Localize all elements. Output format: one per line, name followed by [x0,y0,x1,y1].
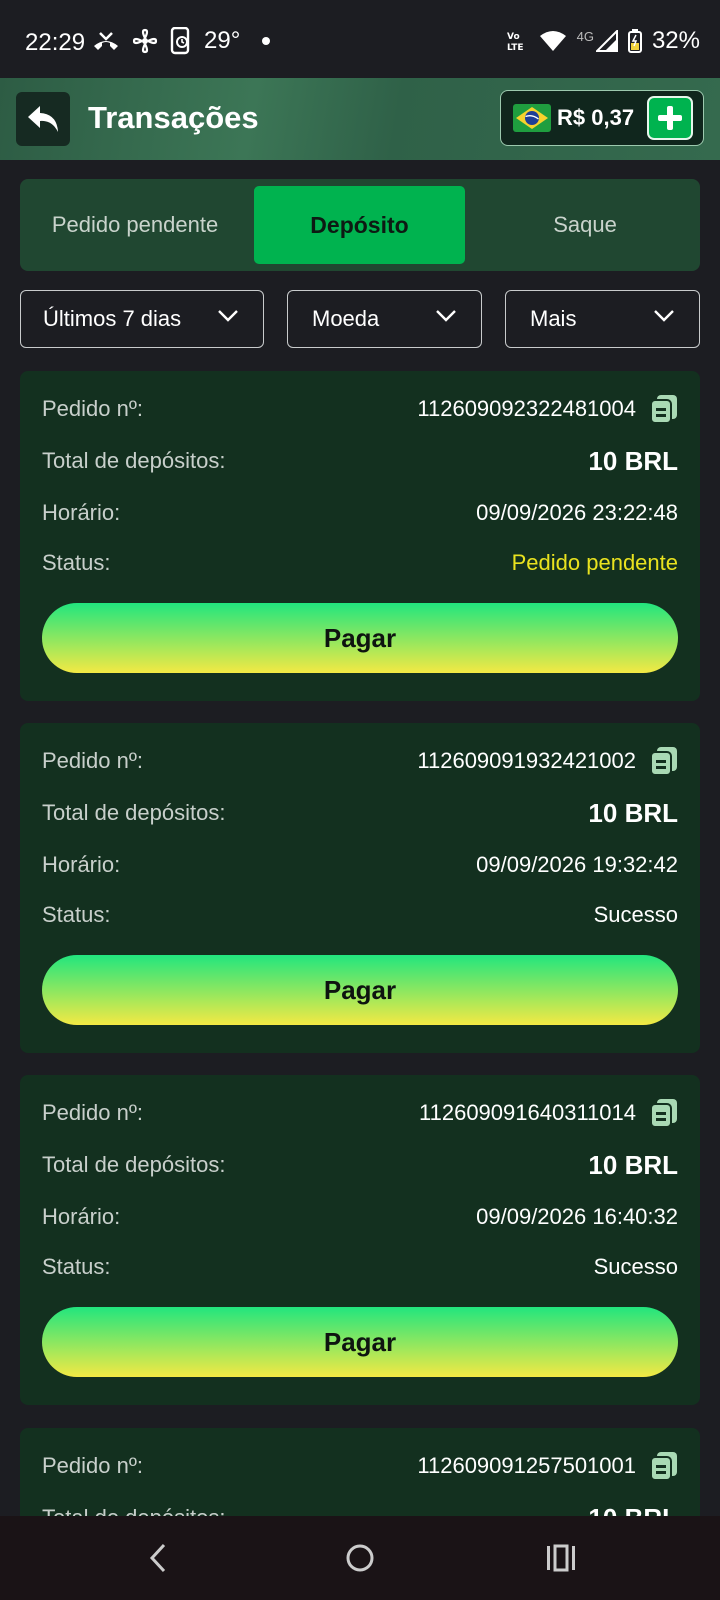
status-bar: 22:29 29° Vo LTE 4G 32% [0,0,720,78]
order-label: Pedido nº: [42,748,143,773]
transaction-card: Pedido nº: 112609091257501001 Total de d… [20,1428,700,1516]
tab-withdraw[interactable]: Saque [470,186,700,264]
tab-pending[interactable]: Pedido pendente [20,186,250,264]
currency-filter-dropdown[interactable]: Moeda [287,290,482,348]
status-label: Status: [42,902,111,927]
copy-icon[interactable] [650,1451,678,1481]
plus-icon [658,106,682,130]
status-temperature: 29° [204,27,241,54]
status-label: Status: [42,550,111,575]
notification-dot-icon [262,37,271,45]
pay-button[interactable]: Pagar [42,603,678,673]
phone-timer-icon [170,27,190,55]
order-number: 112609091640311014 [419,1100,636,1125]
date-filter-label: Últimos 7 dias [43,306,182,331]
order-number: 112609092322481004 [417,396,636,421]
total-amount: 10 BRL [588,797,678,828]
total-amount: 10 BRL [588,1149,678,1180]
battery-icon [627,29,642,53]
transaction-status: Sucesso [593,1254,678,1279]
transaction-status: Pedido pendente [511,550,678,575]
back-button[interactable] [16,92,70,146]
system-nav-bar [0,1516,720,1600]
order-number: 112609091932421002 [417,748,636,773]
currency-filter-label: Moeda [312,306,380,331]
chevron-down-icon [218,310,238,322]
balance-amount: R$ 0,37 [557,105,635,130]
wifi-icon [539,31,566,51]
order-number: 112609091257501001 [417,1453,636,1478]
status-label: Status: [42,1254,111,1279]
transaction-card: Pedido nº: 112609092322481004 Total de d… [20,371,700,701]
app-header: Transações R$ 0,37 [0,78,720,160]
total-amount: 10 BRL [588,445,678,476]
copy-icon[interactable] [650,746,678,776]
time-label: Horário: [42,500,121,525]
network-type: 4G [576,28,594,44]
status-left-icons: 29° [92,27,271,55]
chevron-down-icon [436,310,456,322]
more-filter-label: Mais [530,306,577,331]
order-label: Pedido nº: [42,1100,143,1125]
missed-call-icon [94,32,118,50]
total-amount: 10 BRL [588,1503,678,1517]
transaction-card: Pedido nº: 112609091932421002 Total de d… [20,723,700,1053]
total-label: Total de depósitos: [42,800,226,825]
brazil-flag-icon [513,104,551,132]
transaction-time: 09/09/2026 23:22:48 [476,500,678,525]
copy-icon[interactable] [650,394,678,424]
transaction-time: 09/09/2026 19:32:42 [476,852,678,877]
page-title: Transações [88,100,259,135]
time-label: Horário: [42,852,121,877]
copy-icon[interactable] [650,1098,678,1128]
transaction-card: Pedido nº: 112609091640311014 Total de d… [20,1075,700,1405]
fan-icon [132,28,158,54]
transaction-tabs: Pedido pendente Depósito Saque [20,179,700,271]
total-label: Total de depósitos: [42,1505,225,1516]
signal-icon [595,30,618,52]
svg-text:LTE: LTE [507,43,524,53]
tab-deposit[interactable]: Depósito [254,186,465,264]
svg-text:Vo: Vo [507,32,520,42]
chevron-down-icon [654,310,674,322]
date-filter-dropdown[interactable]: Últimos 7 dias [20,290,264,348]
order-label: Pedido nº: [42,1453,143,1478]
total-label: Total de depósitos: [42,448,226,473]
battery-percent: 32% [651,27,700,54]
nav-recents-icon[interactable] [546,1542,576,1574]
status-time: 22:29 [25,29,86,56]
order-label: Pedido nº: [42,396,143,421]
transaction-time: 09/09/2026 16:40:32 [476,1204,678,1229]
back-arrow-icon [28,106,58,132]
transaction-status: Sucesso [593,902,678,927]
nav-back-icon[interactable] [146,1542,170,1574]
volte-icon: Vo LTE [507,32,524,53]
more-filter-dropdown[interactable]: Mais [505,290,700,348]
time-label: Horário: [42,1204,121,1229]
wallet-balance[interactable]: R$ 0,37 [500,90,704,146]
pay-button[interactable]: Pagar [42,955,678,1025]
pay-button[interactable]: Pagar [42,1307,678,1377]
add-funds-button[interactable] [647,96,693,140]
status-right-icons: Vo LTE 4G 32% [505,27,700,55]
total-label: Total de depósitos: [42,1152,226,1177]
nav-home-icon[interactable] [344,1542,376,1574]
